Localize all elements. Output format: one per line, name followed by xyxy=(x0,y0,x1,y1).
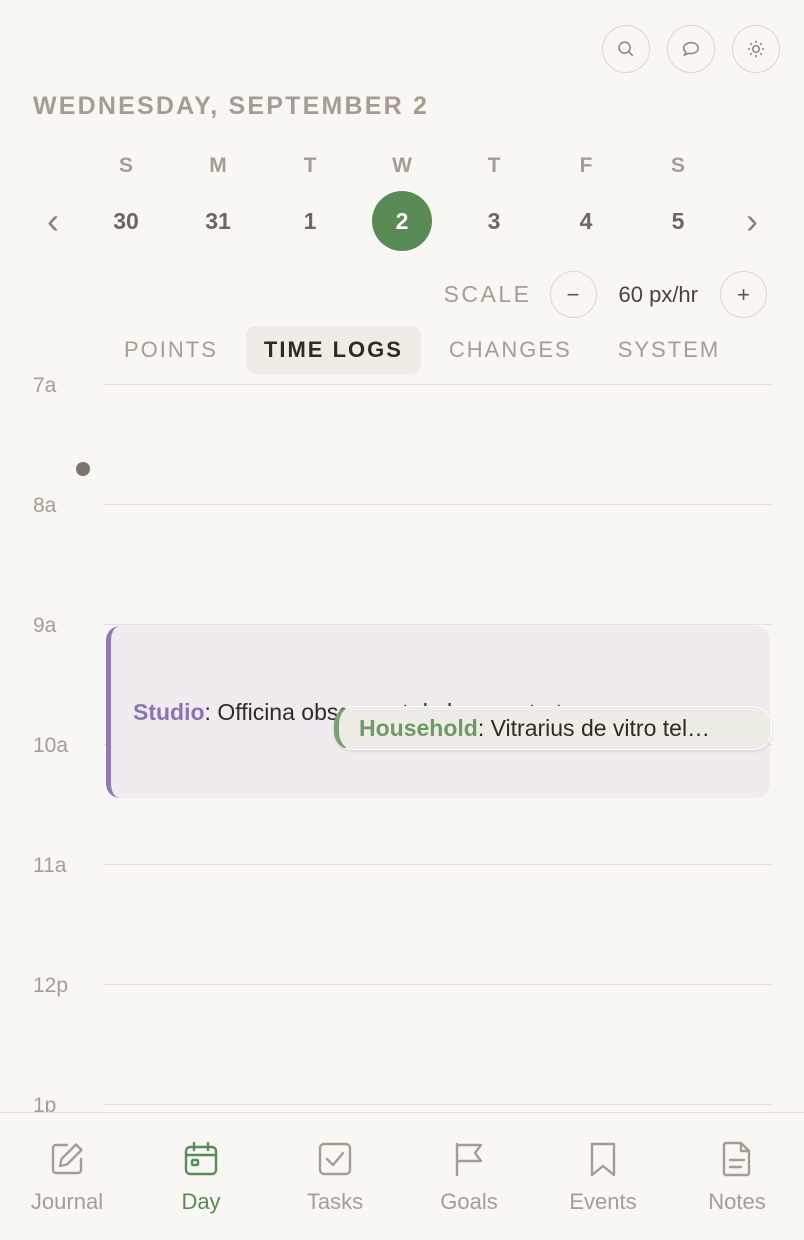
scale-decrease-button[interactable]: − xyxy=(549,271,597,318)
bottom-nav: Journal Day Tasks Goals Events Notes xyxy=(0,1112,804,1240)
weekday-label: M xyxy=(209,154,227,177)
nav-day[interactable]: Day xyxy=(134,1113,268,1240)
tab-changes[interactable]: CHANGES xyxy=(431,326,590,374)
hour-line xyxy=(104,384,772,385)
entry-separator: : xyxy=(477,714,491,741)
hour-line xyxy=(104,1104,772,1105)
weekday-label: W xyxy=(392,154,412,177)
theme-button[interactable] xyxy=(732,25,780,73)
sun-icon xyxy=(747,40,765,58)
chat-icon xyxy=(682,41,700,57)
hour-line xyxy=(104,504,772,505)
nav-label: Journal xyxy=(30,1189,104,1214)
date-heading: WEDNESDAY, SEPTEMBER 2 xyxy=(33,92,430,120)
checkbox-icon xyxy=(318,1142,352,1176)
nav-label: Day xyxy=(181,1189,221,1214)
scale-increase-button[interactable]: + xyxy=(720,271,767,318)
hour-label: 10a xyxy=(33,734,69,757)
nav-goals[interactable]: Goals xyxy=(402,1113,536,1240)
hour-row: 1p xyxy=(0,1092,804,1112)
calendar-icon xyxy=(184,1141,218,1176)
chat-button[interactable] xyxy=(667,25,715,73)
flag-icon xyxy=(455,1142,483,1177)
current-time-dot xyxy=(76,462,90,476)
day-cell[interactable]: 31 xyxy=(172,192,264,250)
bookmark-icon xyxy=(590,1142,616,1177)
scale-label: SCALE xyxy=(443,281,532,307)
entry-separator: : xyxy=(204,698,218,725)
timeline[interactable]: 7a 8a 9a 10a 11a 12p 1p Studio: Officina… xyxy=(0,370,804,1112)
nav-label: Notes xyxy=(708,1189,766,1214)
day-cell-selected[interactable]: 2 xyxy=(356,191,448,251)
weekday-label: T xyxy=(487,154,501,177)
hour-label: 9a xyxy=(33,614,57,637)
nav-journal[interactable]: Journal xyxy=(0,1113,134,1240)
nav-notes[interactable]: Notes xyxy=(670,1113,804,1240)
nav-tasks[interactable]: Tasks xyxy=(268,1113,402,1240)
hour-label: 7a xyxy=(33,374,57,397)
day-number: 2 xyxy=(372,191,432,251)
tab-system[interactable]: SYSTEM xyxy=(600,326,738,374)
document-icon xyxy=(722,1141,751,1177)
tab-time-logs[interactable]: TIME LOGS xyxy=(245,326,421,374)
top-toolbar xyxy=(602,25,780,73)
time-log-entry-household[interactable]: Household: Vitrarius de vitro tel… xyxy=(334,706,772,750)
hour-label: 8a xyxy=(33,494,57,517)
journal-edit-icon xyxy=(51,1143,83,1175)
entry-category: Studio xyxy=(133,698,205,725)
hour-row: 12p xyxy=(0,972,804,1092)
search-button[interactable] xyxy=(602,25,650,73)
search-icon xyxy=(618,41,634,57)
week-strip: S M T W T F S 30 31 1 2 3 4 5 xyxy=(80,150,724,251)
day-number: 31 xyxy=(205,207,231,234)
weekday-row: S M T W T F S xyxy=(80,150,724,182)
hour-row: 8a xyxy=(0,492,804,612)
scale-value: 60 px/hr xyxy=(618,281,699,307)
date-row: 30 31 1 2 3 4 5 xyxy=(80,191,724,251)
scale-control: SCALE − 60 px/hr + xyxy=(444,271,767,318)
view-tabs: POINTS TIME LOGS CHANGES SYSTEM xyxy=(106,326,748,374)
nav-label: Events xyxy=(569,1189,637,1214)
hour-line xyxy=(104,864,772,865)
day-number: 1 xyxy=(303,207,317,234)
nav-events[interactable]: Events xyxy=(536,1113,670,1240)
hour-label: 1p xyxy=(33,1094,57,1112)
hour-row: 11a xyxy=(0,852,804,972)
weekday-label: S xyxy=(118,154,133,177)
day-cell[interactable]: 4 xyxy=(540,192,632,250)
next-week-button[interactable]: › xyxy=(737,196,767,246)
hour-label: 12p xyxy=(33,974,69,997)
weekday-label: S xyxy=(670,154,685,177)
weekday-label: F xyxy=(579,154,593,177)
entry-category: Household xyxy=(359,714,478,741)
nav-label: Goals xyxy=(440,1189,498,1214)
hour-row: 7a xyxy=(0,372,804,492)
weekday-label: T xyxy=(303,154,317,177)
entry-text: Vitrarius de vitro tel… xyxy=(490,714,711,741)
prev-week-button[interactable]: ‹ xyxy=(38,196,68,246)
hour-line xyxy=(104,624,772,625)
hour-line xyxy=(104,984,772,985)
day-number: 5 xyxy=(671,207,685,234)
day-cell[interactable]: 30 xyxy=(80,192,172,250)
nav-label: Tasks xyxy=(306,1189,364,1214)
tab-points[interactable]: POINTS xyxy=(106,326,236,374)
day-cell[interactable]: 5 xyxy=(632,192,724,250)
day-cell[interactable]: 3 xyxy=(448,192,540,250)
day-number: 3 xyxy=(487,207,501,234)
day-number: 30 xyxy=(113,207,139,234)
hour-label: 11a xyxy=(33,854,67,877)
day-cell[interactable]: 1 xyxy=(264,192,356,250)
day-number: 4 xyxy=(579,207,593,234)
